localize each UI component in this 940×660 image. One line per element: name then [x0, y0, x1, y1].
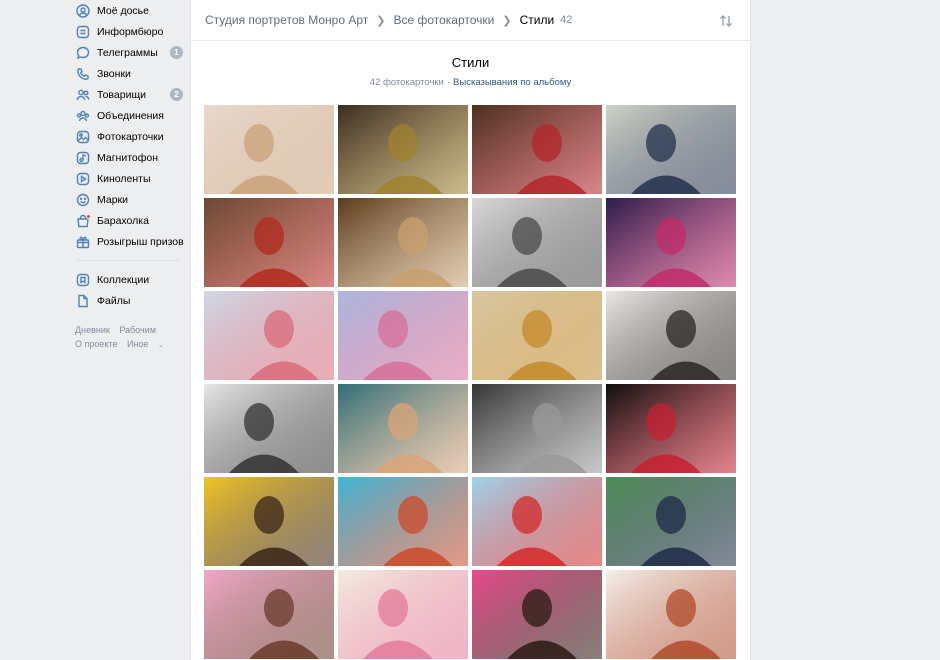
photo-thumbnail[interactable]: [606, 570, 736, 659]
album-title: Стили: [451, 55, 490, 70]
footer-link-blog[interactable]: Дневник: [75, 325, 110, 335]
sidebar-item-friends[interactable]: Товарищи 2: [70, 84, 183, 105]
footer-link-more[interactable]: Иное ⌄: [127, 339, 171, 349]
sidebar-item-newsfeed[interactable]: Информбюро: [70, 21, 182, 42]
counter-badge: 1: [170, 46, 183, 59]
photo-thumbnail[interactable]: [606, 105, 736, 194]
photo-grid: [204, 105, 736, 659]
footer-more-label: Иное: [126, 339, 149, 349]
sidebar-item-label: Барахолка: [97, 214, 149, 227]
message-icon: [76, 46, 90, 60]
album-comments-link[interactable]: Высказывания по альбому: [453, 77, 571, 88]
sidebar-item-label: Файлы: [97, 294, 131, 307]
breadcrumb: Студия портретов Монро Арт ❯ Все фотокар…: [191, 0, 750, 41]
footer-link-dev[interactable]: Рабочим: [119, 325, 156, 335]
sidebar-item-label: Коллекции: [97, 273, 150, 286]
photo-thumbnail[interactable]: [338, 570, 468, 659]
photo-thumbnail[interactable]: [338, 198, 468, 287]
sidebar-item-market[interactable]: Барахолка: [70, 210, 182, 231]
sidebar-item-stickers[interactable]: Марки: [70, 189, 182, 210]
album-meta: 42 фотокарточки · Высказывания по альбому: [369, 77, 572, 88]
sidebar-item-file[interactable]: Файлы: [70, 290, 182, 311]
photo-thumbnail[interactable]: [338, 105, 468, 194]
sidebar-item-music[interactable]: Магнитофон: [70, 147, 182, 168]
gift-icon: [76, 235, 90, 249]
friends-icon: [76, 88, 90, 102]
notification-dot: [86, 214, 91, 219]
photo-thumbnail[interactable]: [204, 384, 334, 473]
video-icon: [76, 172, 90, 186]
photo-thumbnail[interactable]: [204, 198, 334, 287]
breadcrumb-studio[interactable]: Студия портретов Монро Арт: [205, 13, 368, 27]
stickers-icon: [76, 193, 90, 207]
photo-thumbnail[interactable]: [204, 570, 334, 659]
communities-icon: [76, 109, 90, 123]
newsfeed-icon: [76, 25, 90, 39]
sidebar-item-communities[interactable]: Объединения: [70, 105, 182, 126]
photo-thumbnail[interactable]: [338, 384, 468, 473]
sidebar-item-bookmark[interactable]: Коллекции: [70, 269, 182, 290]
photo-thumbnail[interactable]: [606, 477, 736, 566]
sidebar-item-label: Марки: [97, 193, 129, 206]
sidebar-item-label: Телеграммы: [97, 46, 158, 59]
chevron-down-icon: ⌄: [157, 342, 164, 349]
music-icon: [76, 151, 90, 165]
photo-thumbnail[interactable]: [338, 477, 468, 566]
sidebar-item-label: Фотокарточки: [97, 130, 164, 143]
photo-thumbnail[interactable]: [606, 384, 736, 473]
sidebar-item-message[interactable]: Телеграммы 1: [70, 42, 183, 63]
breadcrumb-current: Стили: [519, 13, 555, 27]
sidebar-item-user-circle[interactable]: Моё досье: [70, 0, 182, 21]
breadcrumb-chevron-icon: ❯: [376, 14, 386, 27]
sidebar-item-video[interactable]: Киноленты: [70, 168, 182, 189]
counter-badge: 2: [170, 88, 183, 101]
sidebar-item-label: Моё досье: [97, 4, 149, 17]
sidebar-item-label: Информбюро: [97, 25, 164, 38]
breadcrumb-count: 42: [560, 14, 573, 26]
bookmark-icon: [76, 273, 90, 287]
photo-thumbnail[interactable]: [472, 105, 602, 194]
phone-icon: [76, 67, 90, 81]
sidebar-item-label: Розыгрыш призов: [97, 235, 184, 248]
sidebar-footer: Дневник Рабочим О проекте Иное ⌄: [75, 323, 182, 353]
user-circle-icon: [76, 3, 90, 18]
file-icon: [76, 294, 90, 308]
photo-thumbnail[interactable]: [204, 105, 334, 194]
breadcrumb-all-photos[interactable]: Все фотокарточки: [393, 13, 494, 27]
sidebar-item-label: Магнитофон: [97, 151, 159, 164]
album-photo-count: 42 фотокарточки: [369, 77, 444, 88]
sidebar-divider: [76, 260, 180, 261]
sidebar-item-gift[interactable]: Розыгрыш призов: [70, 231, 184, 252]
photo-thumbnail[interactable]: [338, 291, 468, 380]
photo-album-panel: Студия портретов Монро Арт ❯ Все фотокар…: [191, 0, 750, 660]
footer-link-about[interactable]: О проекте: [75, 339, 117, 349]
photo-thumbnail[interactable]: [472, 198, 602, 287]
sidebar-item-label: Объединения: [97, 109, 164, 122]
photo-thumbnail[interactable]: [472, 291, 602, 380]
sidebar-item-photo[interactable]: Фотокарточки: [70, 126, 182, 147]
sidebar-item-phone[interactable]: Звонки: [70, 63, 182, 84]
sidebar-item-label: Киноленты: [97, 172, 151, 185]
photo-thumbnail[interactable]: [606, 198, 736, 287]
breadcrumb-chevron-icon: ❯: [502, 14, 512, 27]
photo-icon: [76, 130, 90, 144]
photo-thumbnail[interactable]: [204, 477, 334, 566]
photo-thumbnail[interactable]: [606, 291, 736, 380]
photo-thumbnail[interactable]: [204, 291, 334, 380]
left-sidebar: Моё досье Информбюро Телеграммы 1 Звонки Това…: [70, 0, 184, 353]
sidebar-item-label: Звонки: [97, 67, 131, 80]
sort-icon[interactable]: [718, 13, 734, 29]
photo-thumbnail[interactable]: [472, 570, 602, 659]
photo-thumbnail[interactable]: [472, 384, 602, 473]
photo-thumbnail[interactable]: [472, 477, 602, 566]
sidebar-item-label: Товарищи: [97, 88, 146, 101]
